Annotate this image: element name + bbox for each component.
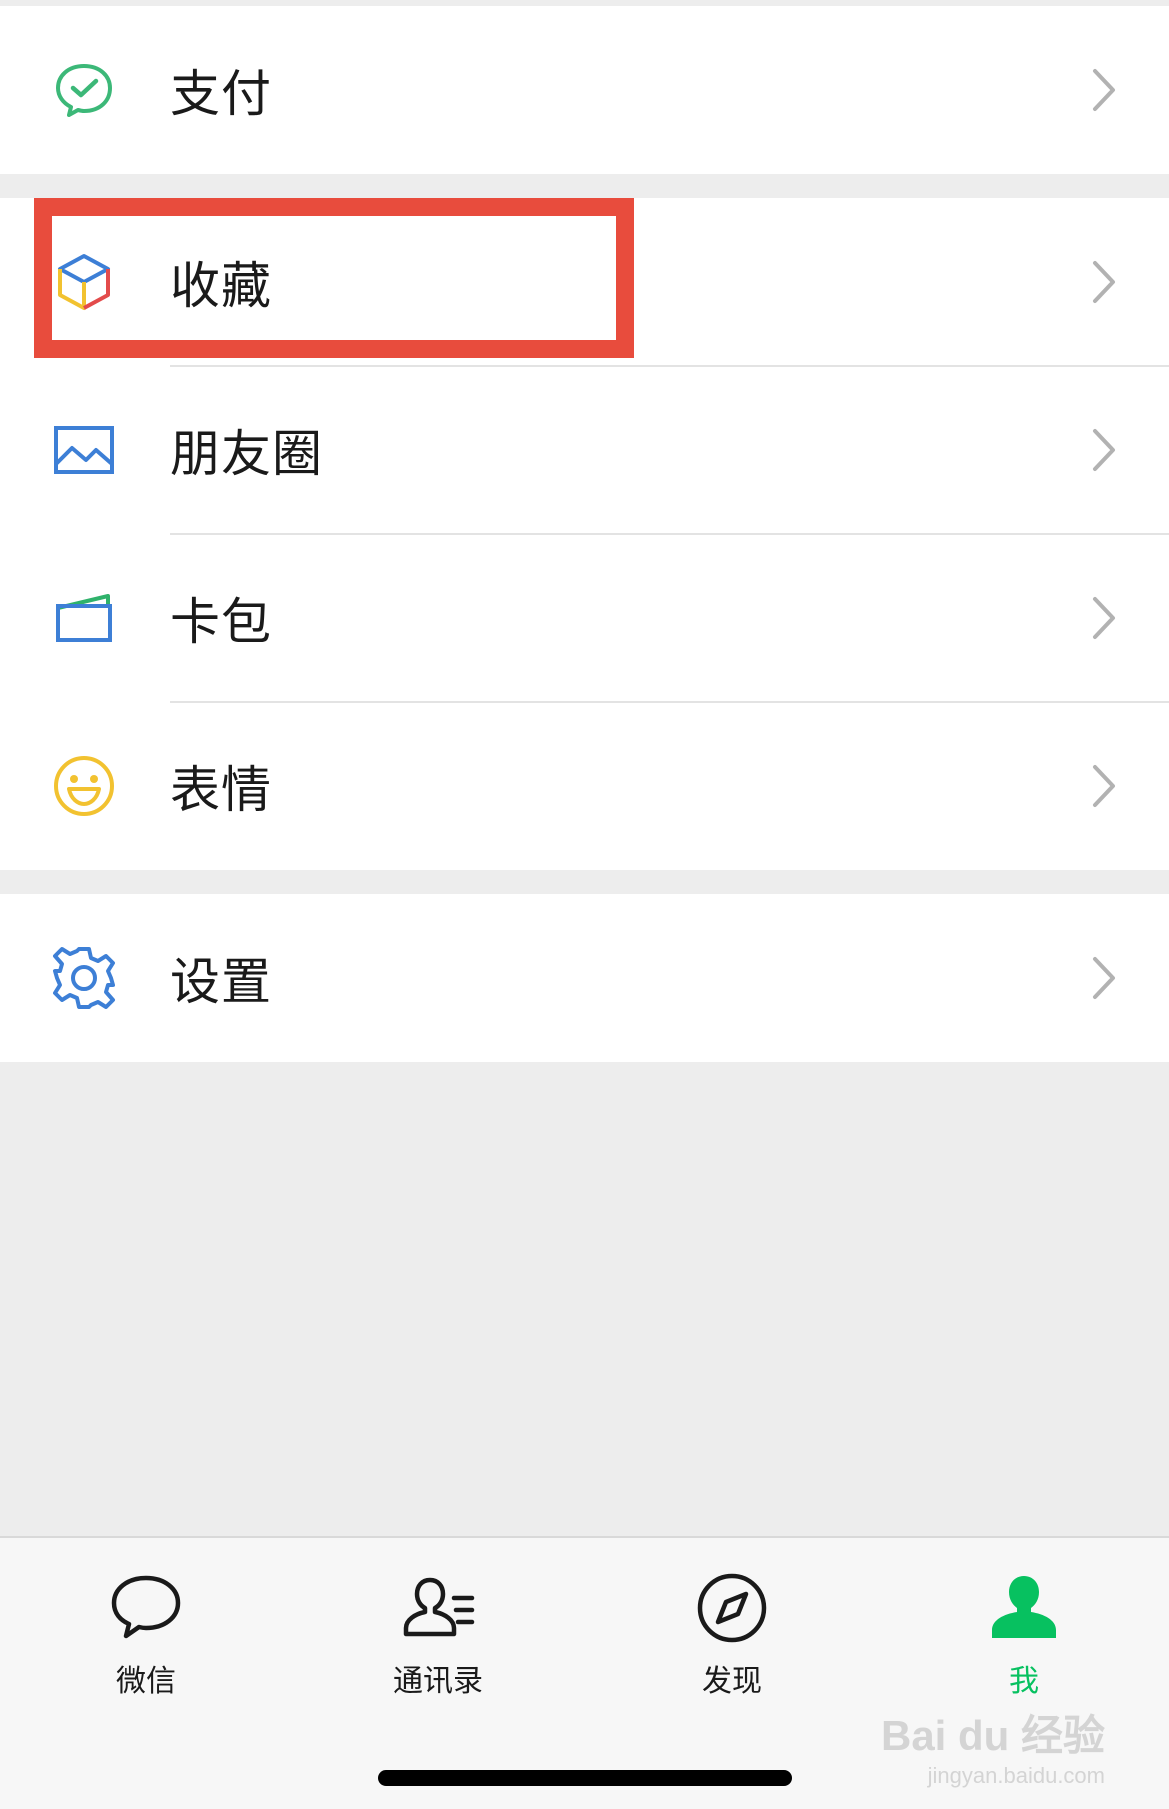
menu-item-pay-label: 支付 (170, 65, 272, 123)
features-group: 收藏 朋友圈 卡包 表情 (0, 198, 1169, 870)
chevron-right-icon (1093, 597, 1115, 639)
tab-me[interactable]: 我 (934, 1568, 1114, 1700)
album-picture-icon (50, 416, 118, 484)
menu-item-settings[interactable]: 设置 (0, 894, 1169, 1062)
card-wallet-icon (50, 584, 118, 652)
watermark-url-text: jingyan.baidu.com (927, 1763, 1105, 1788)
wechat-pay-icon (50, 56, 118, 124)
baidu-jingyan-watermark: Bai du 经验 jingyan.baidu.com (881, 1702, 1105, 1789)
tab-discover[interactable]: 发现 (642, 1568, 822, 1700)
tab-label: 微信 (116, 1664, 176, 1699)
chevron-right-icon (1093, 429, 1115, 471)
chevron-right-icon (1093, 957, 1115, 999)
menu-item-favorites-label: 收藏 (170, 257, 272, 315)
chevron-right-icon (1093, 765, 1115, 807)
chat-bubble-icon (111, 1575, 181, 1639)
pay-group: 支付 (0, 6, 1169, 174)
menu-item-cards-label: 卡包 (170, 593, 272, 651)
compass-icon (697, 1573, 767, 1643)
gear-icon (50, 944, 118, 1012)
menu-item-stickers[interactable]: 表情 (0, 702, 1169, 870)
home-indicator[interactable] (378, 1770, 792, 1786)
menu-item-cards[interactable]: 卡包 (0, 534, 1169, 702)
tab-label: 发现 (702, 1664, 762, 1699)
tab-chats[interactable]: 微信 (56, 1568, 236, 1700)
favorites-cube-icon (50, 248, 118, 316)
contacts-icon (403, 1577, 475, 1637)
menu-item-settings-label: 设置 (170, 953, 272, 1011)
menu-item-stickers-label: 表情 (170, 761, 272, 819)
menu-item-pay[interactable]: 支付 (0, 6, 1169, 174)
menu-item-moments-label: 朋友圈 (170, 425, 323, 483)
settings-group: 设置 (0, 894, 1169, 1062)
tab-contacts[interactable]: 通讯录 (348, 1568, 528, 1700)
chevron-right-icon (1093, 69, 1115, 111)
menu-item-favorites[interactable]: 收藏 (0, 198, 1169, 366)
menu-item-moments[interactable]: 朋友圈 (0, 366, 1169, 534)
watermark-main-text: Bai du 经验 (880, 1712, 1105, 1759)
chevron-right-icon (1093, 261, 1115, 303)
smiley-face-icon (50, 752, 118, 820)
tab-label: 我 (1009, 1664, 1039, 1699)
tab-label: 通讯录 (393, 1664, 483, 1699)
person-icon (992, 1576, 1056, 1638)
